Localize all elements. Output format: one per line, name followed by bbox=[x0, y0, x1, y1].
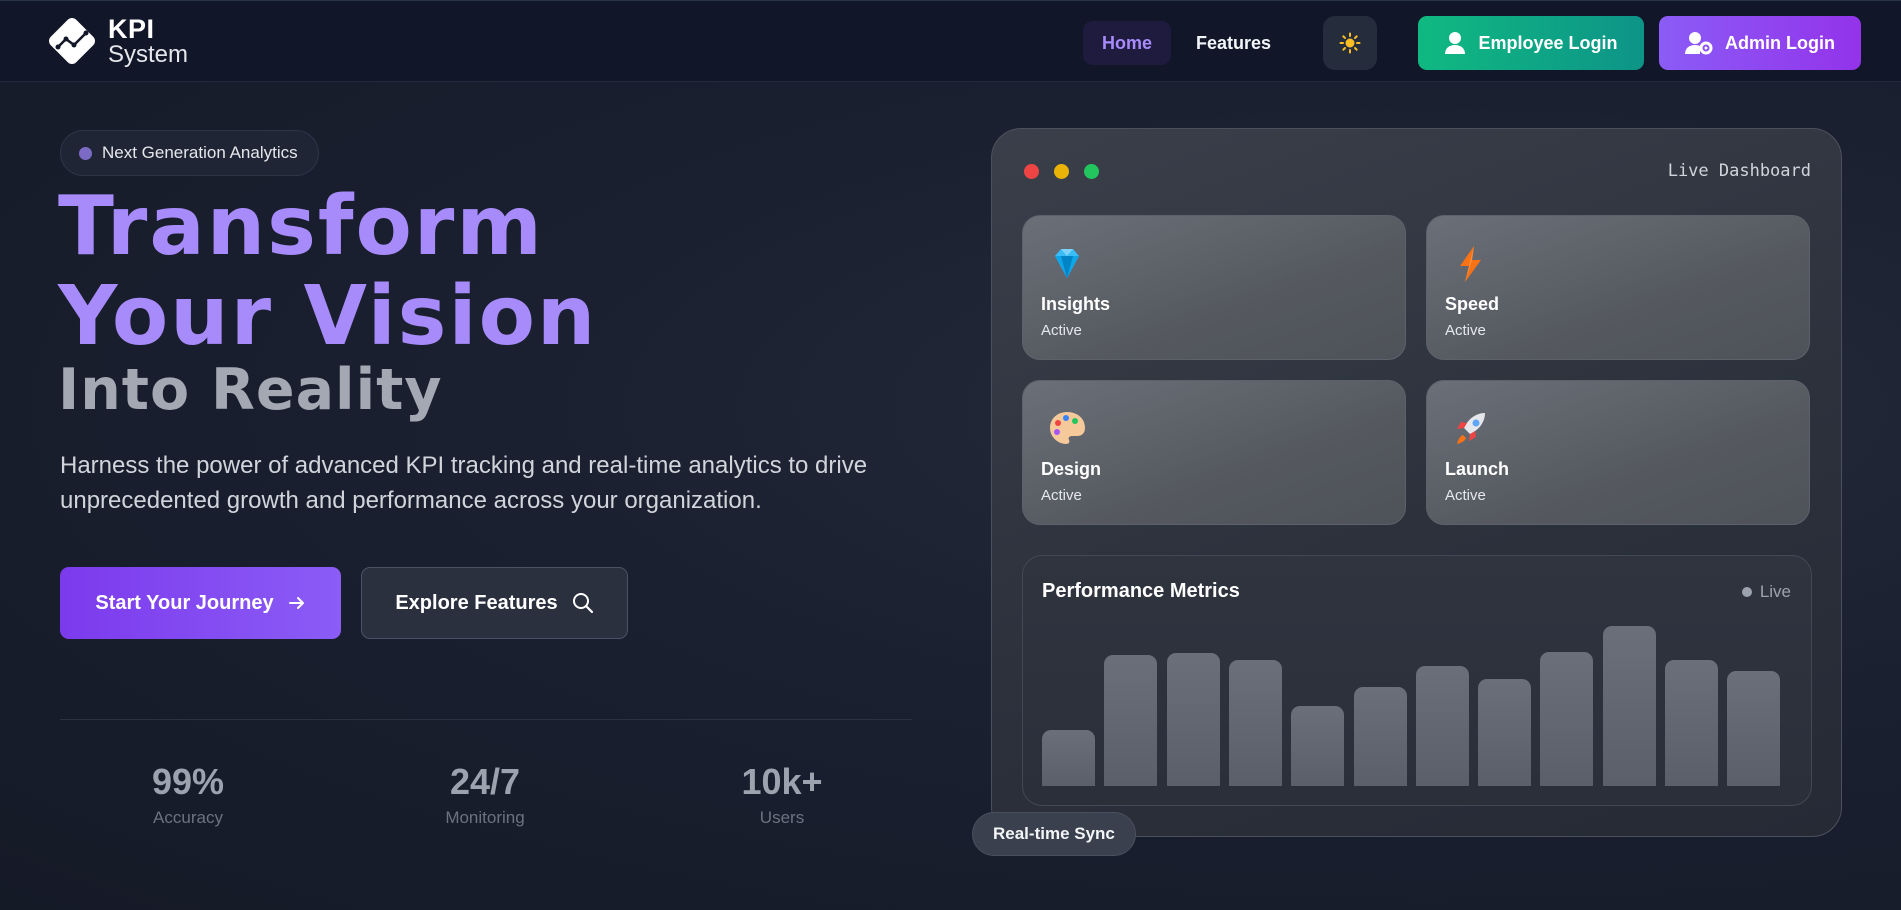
user-icon bbox=[1445, 32, 1466, 54]
stat-label: Accuracy bbox=[153, 807, 223, 827]
stat-users: 10k+ Users bbox=[682, 762, 882, 828]
metrics-bar bbox=[1602, 626, 1656, 786]
hero-badge: Next Generation Analytics bbox=[60, 130, 319, 176]
metrics-bar bbox=[1415, 666, 1469, 786]
dashboard-title: Live Dashboard bbox=[1667, 161, 1811, 181]
card-status: Active bbox=[1445, 322, 1486, 339]
palette-icon bbox=[1050, 412, 1085, 444]
live-dashboard-preview: Live Dashboard Insights Active Speed Act… bbox=[991, 128, 1842, 837]
explore-features-label: Explore Features bbox=[395, 591, 558, 614]
window-dot-red bbox=[1024, 164, 1039, 179]
feature-card-design[interactable]: Design Active bbox=[1022, 380, 1406, 525]
live-indicator: Live bbox=[1741, 582, 1791, 602]
start-journey-label: Start Your Journey bbox=[95, 591, 274, 614]
card-status: Active bbox=[1445, 487, 1486, 504]
hero-description: Harness the power of advanced KPI tracki… bbox=[60, 452, 868, 514]
stat-accuracy: 99% Accuracy bbox=[88, 762, 288, 828]
employee-login-button[interactable]: Employee Login bbox=[1418, 16, 1644, 70]
stat-label: Monitoring bbox=[445, 807, 525, 827]
card-status: Active bbox=[1041, 322, 1082, 339]
nav-link-features[interactable]: Features bbox=[1177, 21, 1290, 65]
metrics-bar-chart bbox=[1042, 616, 1790, 786]
metrics-title: Performance Metrics bbox=[1042, 580, 1240, 602]
theme-toggle-button[interactable] bbox=[1323, 16, 1377, 70]
stat-value: 99% bbox=[151, 761, 225, 802]
window-controls bbox=[1024, 164, 1099, 179]
lightning-icon bbox=[1460, 246, 1481, 282]
metrics-bar bbox=[1665, 660, 1718, 786]
hero-headline-line1: Transform bbox=[58, 179, 544, 274]
logo-title: KPI bbox=[108, 13, 155, 44]
metrics-bar bbox=[1540, 652, 1594, 786]
metrics-bar bbox=[1291, 706, 1345, 786]
admin-login-button[interactable]: Admin Login bbox=[1659, 16, 1861, 70]
window-dot-green bbox=[1084, 164, 1099, 179]
user-gear-icon bbox=[1685, 32, 1713, 55]
live-dot bbox=[1741, 587, 1752, 597]
hero-divider bbox=[60, 719, 912, 720]
live-label: Live bbox=[1759, 582, 1791, 601]
performance-metrics-panel: Performance Metrics Live bbox=[1022, 555, 1812, 806]
metrics-bar bbox=[1727, 671, 1781, 786]
stat-label: Users bbox=[759, 807, 805, 827]
feature-card-insights[interactable]: Insights Active bbox=[1022, 215, 1406, 360]
metrics-bar bbox=[1478, 679, 1532, 786]
chart-logo-icon bbox=[44, 13, 100, 69]
badge-dot bbox=[79, 146, 92, 160]
metrics-bar bbox=[1104, 655, 1158, 786]
rocket-icon bbox=[1457, 413, 1485, 444]
employee-login-label: Employee Login bbox=[1478, 32, 1618, 53]
card-title: Insights bbox=[1041, 294, 1111, 314]
logo-subtitle: System bbox=[108, 40, 189, 68]
metrics-bar bbox=[1228, 660, 1282, 786]
feature-card-speed[interactable]: Speed Active bbox=[1426, 215, 1810, 360]
card-title: Speed bbox=[1445, 294, 1500, 314]
feature-card-launch[interactable]: Launch Active bbox=[1426, 380, 1810, 525]
card-status: Active bbox=[1041, 487, 1082, 504]
card-title: Launch bbox=[1445, 459, 1510, 479]
start-journey-button[interactable]: Start Your Journey bbox=[60, 567, 341, 639]
search-icon bbox=[572, 593, 593, 614]
card-title: Design bbox=[1041, 459, 1102, 479]
stat-value: 24/7 bbox=[449, 761, 521, 802]
hero-headline-line2: Your Vision bbox=[58, 269, 598, 364]
metrics-bar bbox=[1042, 730, 1095, 786]
logo-text: KPI System bbox=[108, 13, 189, 68]
arrow-right-icon bbox=[288, 597, 304, 609]
gem-icon bbox=[1055, 249, 1079, 278]
admin-login-label: Admin Login bbox=[1725, 32, 1835, 53]
window-dot-yellow bbox=[1054, 164, 1069, 179]
metrics-bar bbox=[1166, 653, 1220, 786]
stat-monitoring: 24/7 Monitoring bbox=[385, 762, 585, 828]
sun-icon bbox=[1339, 32, 1361, 54]
realtime-sync-badge: Real-time Sync bbox=[972, 812, 1136, 856]
top-navbar: KPI System Home Features Employee Login bbox=[0, 0, 1901, 82]
metrics-bar bbox=[1353, 687, 1407, 786]
nav-link-home[interactable]: Home bbox=[1083, 21, 1172, 65]
stat-value: 10k+ bbox=[741, 761, 823, 802]
logo[interactable]: KPI System bbox=[44, 13, 188, 69]
explore-features-button[interactable]: Explore Features bbox=[361, 567, 628, 639]
hero-badge-label: Next Generation Analytics bbox=[102, 143, 298, 162]
hero-headline-line3: Into Reality bbox=[58, 357, 443, 423]
